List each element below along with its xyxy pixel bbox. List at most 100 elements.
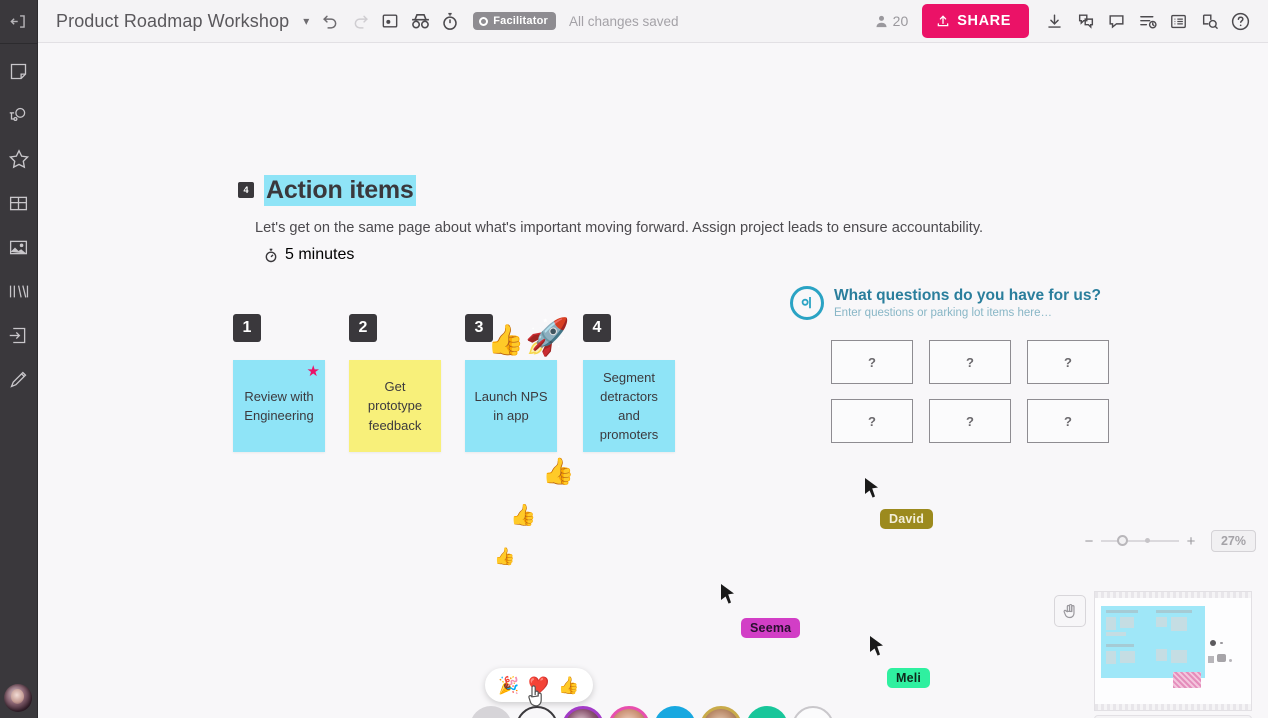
current-user-avatar[interactable] (4, 684, 32, 712)
frame-button[interactable] (375, 6, 405, 36)
participant-avatar-4[interactable] (700, 706, 742, 718)
step-number-1[interactable]: 1 (233, 314, 261, 342)
grid-icon (9, 196, 28, 210)
board-canvas[interactable]: 4 Action items Let's get on the same pag… (38, 43, 1268, 718)
participants-count[interactable]: 20 (874, 13, 908, 29)
star-icon (8, 149, 29, 169)
sticky-note-icon (10, 63, 27, 79)
duplicate-button[interactable] (1070, 6, 1101, 37)
question-box-6[interactable]: ? (1027, 399, 1109, 443)
step-number-4[interactable]: 4 (583, 314, 611, 342)
chevron-down-icon[interactable]: ▾ (303, 14, 309, 28)
frame-header: 4 Action items (238, 175, 416, 206)
share-button[interactable]: SHARE (922, 4, 1029, 38)
list-icon (1171, 14, 1186, 28)
person-icon (876, 15, 887, 27)
help-icon (1231, 12, 1250, 30)
templates-icon (9, 284, 28, 298)
frame-title[interactable]: Action items (264, 175, 416, 206)
sidebar-item-star[interactable] (6, 146, 32, 172)
questions-subtitle: Enter questions or parking lot items her… (834, 307, 1052, 320)
question-box-2[interactable]: ? (929, 340, 1011, 384)
frame-timer[interactable]: 5 minutes (263, 246, 354, 264)
sticky-note-1[interactable]: ★ Review with Engineering (233, 360, 325, 452)
incognito-icon (411, 14, 429, 29)
left-toolbar (0, 0, 38, 718)
sidebar-item-pen[interactable] (6, 366, 32, 392)
minimap[interactable] (1094, 591, 1252, 711)
participant-avatar-3[interactable] (654, 706, 696, 718)
top-toolbar: Product Roadmap Workshop ▾ Facilitator A… (38, 0, 1268, 43)
app-root: Product Roadmap Workshop ▾ Facilitator A… (0, 0, 1268, 718)
sidebar-item-templates[interactable] (6, 278, 32, 304)
search-board-button[interactable] (1194, 6, 1225, 37)
duplicate-icon (1078, 13, 1093, 29)
facilitator-badge[interactable]: Facilitator (473, 12, 556, 30)
undo-button[interactable] (315, 6, 345, 36)
hand-tool-icon (1063, 603, 1075, 618)
activity-button[interactable] (1132, 6, 1163, 37)
add-participant-button[interactable]: + (792, 706, 834, 718)
cursor-seema (721, 584, 734, 604)
list-button[interactable] (1163, 6, 1194, 37)
download-button[interactable] (1039, 6, 1070, 37)
activity-icon (1139, 15, 1157, 29)
reaction-party-popper[interactable]: 🎉 (498, 677, 519, 694)
sticky-note-3[interactable]: Launch NPS in app (465, 360, 557, 452)
sidebar-item-grid[interactable] (6, 190, 32, 216)
logo-glyph-icon (801, 297, 811, 309)
stopwatch-icon (443, 12, 457, 30)
question-box-5[interactable]: ? (929, 399, 1011, 443)
shapes-icon (9, 107, 26, 121)
zoom-in-button[interactable]: + (1181, 533, 1201, 550)
sticky-note-4[interactable]: Segment detractors and promoters (583, 360, 675, 452)
participant-avatar-5[interactable] (746, 706, 788, 718)
questions-grid: ? ? ? ? ? ? (831, 340, 1109, 443)
cursor-label-meli: Meli (887, 668, 931, 688)
minimap-viewport[interactable] (1101, 606, 1205, 688)
sidebar-item-image[interactable] (6, 234, 32, 260)
help-button[interactable] (1225, 6, 1256, 37)
cursor-label-seema: Seema (741, 618, 801, 638)
phone-avatar[interactable] (470, 706, 512, 718)
questions-header: What questions do you have for us? Enter… (790, 286, 1101, 320)
sticky-note-1-text: Review with Engineering (244, 388, 314, 423)
thumbs-up-emoji-a: 👍 (487, 324, 525, 357)
zoom-slider-handle[interactable] (1116, 535, 1128, 546)
undo-icon (322, 15, 337, 29)
reaction-thumbs-up[interactable]: 👍 (558, 677, 579, 694)
search-board-icon (1202, 13, 1218, 29)
sidebar-item-sticky-note[interactable] (6, 58, 32, 84)
step-number-2[interactable]: 2 (349, 314, 377, 342)
participant-avatar-1[interactable] (562, 706, 604, 718)
zoom-out-button[interactable]: − (1079, 533, 1099, 550)
pen-icon (10, 371, 27, 388)
sidebar-item-shapes[interactable] (6, 102, 32, 128)
import-icon (9, 327, 26, 343)
board-title[interactable]: Product Roadmap Workshop (56, 11, 289, 32)
facilitator-dot-icon (479, 16, 489, 26)
redo-button[interactable] (345, 6, 375, 36)
cursor-meli (870, 636, 883, 656)
frame-timer-label: 5 minutes (285, 246, 355, 263)
hand-tool-button[interactable] (1054, 595, 1086, 627)
comment-button[interactable] (1101, 6, 1132, 37)
redo-icon (354, 15, 368, 29)
pointer-hand-cursor-icon (528, 685, 542, 707)
emoji-reaction-button[interactable] (516, 706, 558, 718)
anonymous-mode-button[interactable] (405, 6, 435, 36)
collapse-panel-button[interactable] (0, 0, 37, 44)
participant-avatar-2[interactable] (608, 706, 650, 718)
zoom-slider[interactable] (1100, 535, 1179, 546)
frame-icon (382, 14, 398, 28)
question-box-4[interactable]: ? (831, 399, 913, 443)
download-icon (1048, 13, 1061, 28)
zoom-percentage[interactable]: 27% (1210, 530, 1256, 552)
sticky-note-3-text: Launch NPS in app (474, 388, 548, 423)
thumbs-up-emoji-d: 👍 (494, 547, 516, 566)
question-box-1[interactable]: ? (831, 340, 913, 384)
timer-button[interactable] (435, 6, 465, 36)
question-box-3[interactable]: ? (1027, 340, 1109, 384)
sticky-note-2[interactable]: Get prototype feedback (349, 360, 441, 452)
sidebar-item-import[interactable] (6, 322, 32, 348)
